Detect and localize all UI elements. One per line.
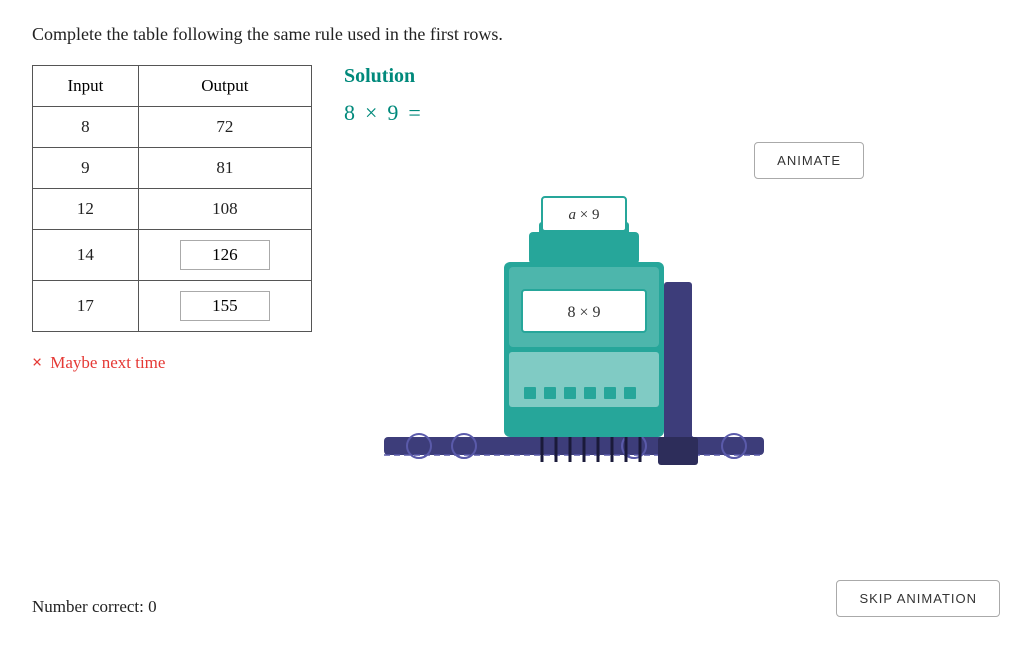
feedback-message: Maybe next time [50, 353, 165, 373]
output-value: 81 [138, 148, 311, 189]
table-row: 17 [33, 281, 312, 332]
output-user-input-cell[interactable] [138, 230, 311, 281]
table-row: 9 81 [33, 148, 312, 189]
solution-equation: 8 × 9 = [344, 100, 1000, 126]
svg-text:8 × 9: 8 × 9 [567, 304, 600, 321]
eq-part-1: 8 [344, 100, 355, 126]
solution-header: Solution [344, 65, 1000, 88]
instruction-text: Complete the table following the same ru… [32, 24, 1000, 45]
table-row: 12 108 [33, 189, 312, 230]
input-value: 17 [33, 281, 139, 332]
eq-part-2: 9 [387, 100, 398, 126]
machine-svg: a × 9 8 × 9 [364, 142, 784, 512]
output-input-17[interactable] [180, 291, 270, 321]
machine-illustration: ANIMATE [344, 142, 864, 542]
output-value: 108 [138, 189, 311, 230]
output-input-14[interactable] [180, 240, 270, 270]
solution-panel: Solution 8 × 9 = ANIMATE [344, 65, 1000, 542]
feedback-icon: × [32, 352, 42, 373]
table-header-output: Output [138, 66, 311, 107]
score-display: Number correct: 0 [32, 597, 157, 617]
svg-text:a × 9: a × 9 [569, 207, 600, 223]
output-value: 72 [138, 107, 311, 148]
input-output-table: Input Output 8 72 9 81 12 108 [32, 65, 312, 332]
skip-animation-button[interactable]: SKIP ANIMATION [836, 580, 1000, 617]
eq-equals: = [408, 100, 420, 126]
table-row: 14 [33, 230, 312, 281]
input-value: 14 [33, 230, 139, 281]
table-header-input: Input [33, 66, 139, 107]
input-value: 12 [33, 189, 139, 230]
input-value: 8 [33, 107, 139, 148]
input-value: 9 [33, 148, 139, 189]
output-user-input-cell[interactable] [138, 281, 311, 332]
table-row: 8 72 [33, 107, 312, 148]
feedback-area: × Maybe next time [32, 352, 312, 373]
eq-times: × [365, 100, 377, 126]
animate-button[interactable]: ANIMATE [754, 142, 864, 179]
